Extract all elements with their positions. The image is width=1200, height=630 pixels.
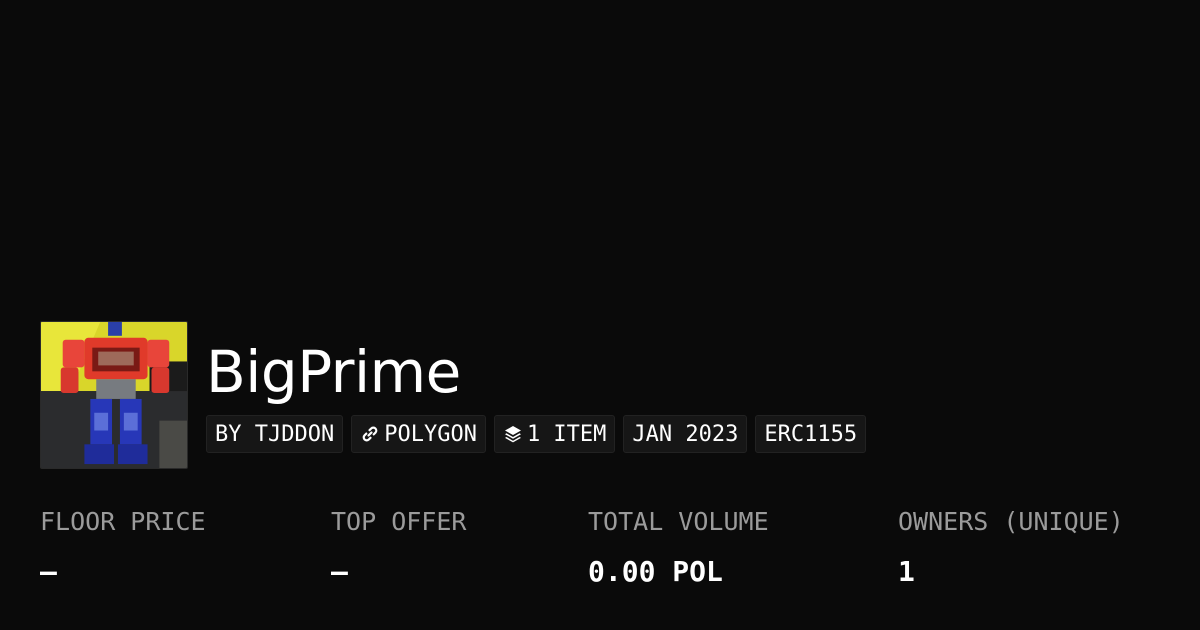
total-volume-label: TOTAL VOLUME (588, 507, 769, 536)
chain-tag[interactable]: POLYGON (351, 415, 486, 453)
date-tag-label: JAN 2023 (632, 421, 739, 447)
standard-tag: ERC1155 (755, 415, 867, 453)
floor-price-value: – (40, 555, 57, 588)
standard-tag-label: ERC1155 (764, 421, 858, 447)
top-offer-stat: TOP OFFER – (331, 505, 466, 589)
date-tag: JAN 2023 (623, 415, 748, 453)
total-volume-stat: TOTAL VOLUME 0.00 POL (588, 505, 769, 589)
floor-price-label: FLOOR PRICE (40, 507, 206, 536)
owners-label: OWNERS (UNIQUE) (898, 507, 1124, 536)
owners-stat: OWNERS (UNIQUE) 1 (898, 505, 1124, 589)
creator-tag[interactable]: BY TJDDON (206, 415, 344, 453)
owners-value: 1 (898, 555, 915, 588)
top-offer-value: – (331, 555, 348, 588)
item-count-tag[interactable]: 1 ITEM (493, 415, 616, 453)
collection-tags: BY TJDDON POLYGON 1 ITEM JAN 2023 ERC115… (206, 415, 867, 453)
top-offer-label: TOP OFFER (331, 507, 467, 536)
collection-thumbnail (40, 321, 188, 469)
robot-figure-image (41, 322, 187, 468)
creator-tag-label: BY TJDDON (215, 421, 335, 447)
chain-link-icon (360, 424, 380, 444)
layers-icon (503, 424, 523, 444)
collection-title: BigPrime (206, 338, 461, 406)
item-count-label: 1 ITEM (526, 421, 607, 447)
chain-tag-label: POLYGON (384, 421, 477, 447)
floor-price-stat: FLOOR PRICE – (40, 505, 206, 589)
total-volume-value: 0.00 POL (588, 555, 723, 588)
